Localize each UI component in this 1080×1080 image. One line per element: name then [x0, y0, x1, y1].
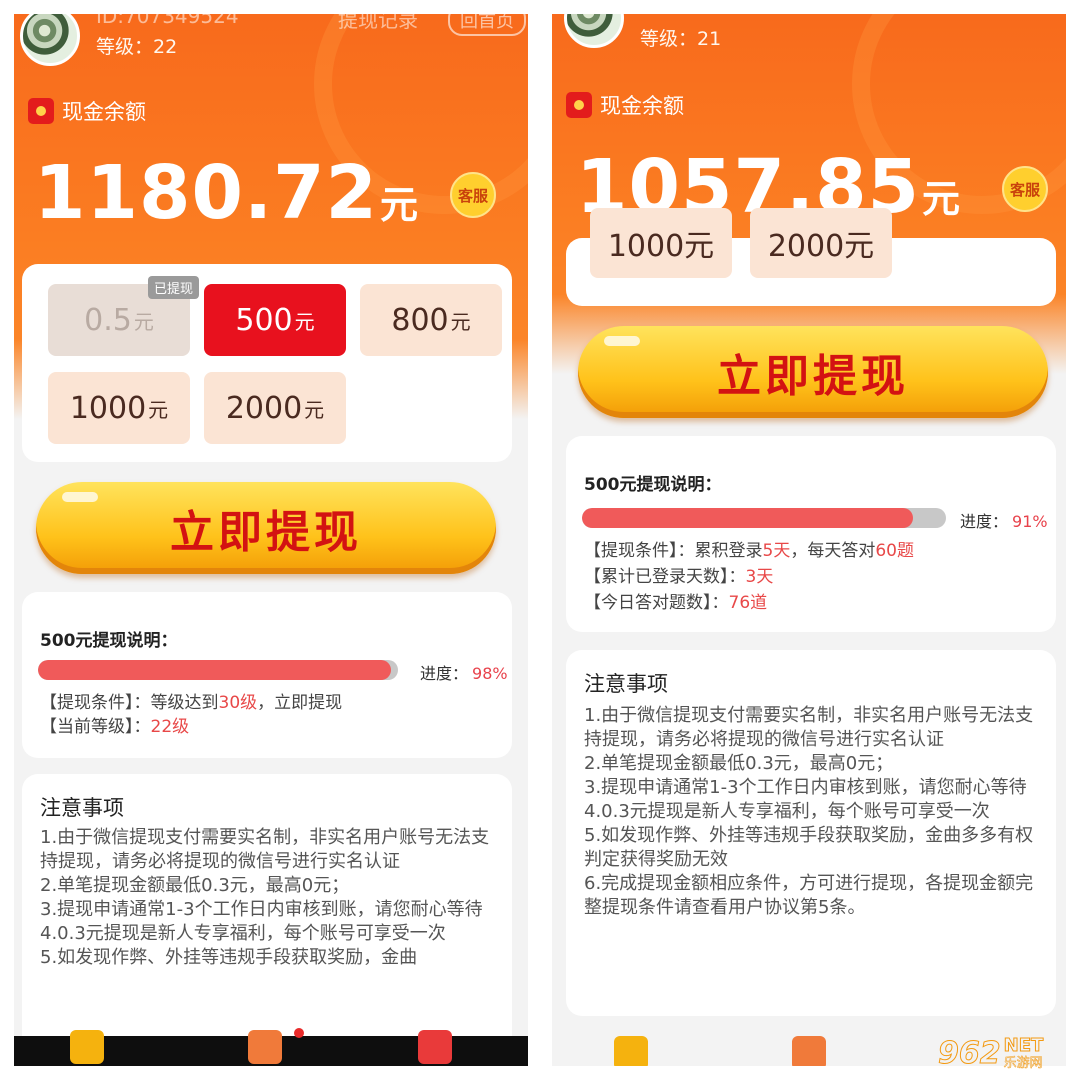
withdraw-now-button[interactable]: 立即提现	[578, 326, 1048, 418]
user-id: ID:707349524	[96, 14, 239, 28]
cash-balance-label: 现金余额	[62, 100, 146, 124]
withdraw-now-button[interactable]: 立即提现	[36, 482, 496, 574]
correct-answers-line: 【今日答对题数】：76道	[584, 593, 768, 613]
balance-header: 等级：21 现金余额 1057.85元 客服	[552, 14, 1066, 374]
amount-option-2000[interactable]: 2000元	[204, 372, 346, 444]
balance-value: 1180.72	[34, 150, 379, 236]
withdraw-description-card: 500元提现说明： 进度： 91% 【提现条件】：累积登录5天，每天答对60题 【…	[566, 436, 1056, 632]
red-envelope-icon	[566, 92, 592, 118]
login-days-line: 【累计已登录天数】：3天	[584, 567, 774, 587]
notes-list: 1.由于微信提现支付需要实名制，非实名用户账号无法支持提现，请务必将提现的微信号…	[584, 704, 1040, 920]
amount-selection-card: 1000元 2000元	[566, 208, 1056, 306]
note-item: 3.提现申请通常1-3个工作日内审核到账，请您耐心等待	[584, 777, 1027, 798]
cash-balance-row: 现金余额	[28, 96, 146, 126]
cash-balance-amount: 1180.72元	[34, 150, 418, 236]
balance-unit: 元	[380, 183, 419, 227]
note-item: 1.由于微信提现支付需要实名制，非实名用户账号无法支持提现，请务必将提现的微信号…	[40, 827, 490, 872]
note-item: 1.由于微信提现支付需要实名制，非实名用户账号无法支持提现，请务必将提现的微信号…	[584, 705, 1034, 750]
task-tab-icon[interactable]	[792, 1036, 826, 1066]
note-item: 4.0.3元提现是新人专享福利，每个账号可享受一次	[40, 923, 446, 944]
withdrawn-badge: 已提现	[148, 276, 200, 299]
notes-card: 注意事项 1.由于微信提现支付需要实名制，非实名用户账号无法支持提现，请务必将提…	[566, 650, 1056, 1016]
user-level: 等级：22	[96, 36, 178, 58]
progress-bar	[582, 508, 946, 528]
avatar[interactable]	[564, 14, 624, 48]
note-item: 6.完成提现金额相应条件，方可进行提现，各提现金额完整提现条件请查看用户协议第5…	[584, 873, 1034, 918]
amount-option-1000[interactable]: 1000元	[48, 372, 190, 444]
cash-balance-label: 现金余额	[600, 94, 684, 118]
notification-dot	[294, 1028, 304, 1038]
task-tab-icon[interactable]	[248, 1030, 282, 1064]
progress-fill	[582, 508, 914, 528]
amount-option-1000[interactable]: 1000元	[590, 208, 732, 278]
progress-bar	[38, 660, 398, 680]
progress-text: 进度： 91%	[960, 512, 1048, 531]
right-screenshot: 等级：21 现金余额 1057.85元 客服 1000元 2000元 立即提现 …	[552, 14, 1066, 1066]
red-packet-tab-icon[interactable]	[418, 1030, 452, 1064]
note-item: 4.0.3元提现是新人专享福利，每个账号可享受一次	[584, 801, 990, 822]
withdraw-description-card: 500元提现说明： 进度： 98% 【提现条件】：等级达到30级，立即提现 【当前…	[22, 592, 512, 758]
cash-balance-row: 现金余额	[566, 90, 684, 120]
condition-line: 【提现条件】：等级达到30级，立即提现	[40, 693, 343, 713]
amount-option-500[interactable]: 500 元	[204, 284, 346, 356]
progress-text: 进度： 98%	[420, 664, 508, 683]
note-item: 5.如发现作弊、外挂等违规手段获取奖励，金曲多多有权判定获得奖励无效	[584, 825, 1034, 870]
amount-option-2000[interactable]: 2000元	[750, 208, 892, 278]
left-screenshot: ID:707349524 等级：22 提现记录 回首页 现金余额 1180.72…	[14, 14, 528, 1066]
back-home-button[interactable]: 回首页	[448, 14, 526, 36]
notes-title: 注意事项	[40, 796, 124, 820]
user-level: 等级：21	[640, 28, 722, 50]
note-item: 2.单笔提现金额最低0.3元，最高0元；	[584, 753, 894, 774]
customer-service-button[interactable]: 客服	[450, 172, 496, 218]
description-title: 500元提现说明：	[40, 631, 178, 651]
condition-line: 【提现条件】：累积登录5天，每天答对60题	[584, 541, 914, 561]
description-title: 500元提现说明：	[584, 475, 722, 495]
notes-list: 1.由于微信提现支付需要实名制，非实名用户账号无法支持提现，请务必将提现的微信号…	[40, 826, 496, 970]
amount-option-800[interactable]: 800 元	[360, 284, 502, 356]
notes-card: 注意事项 1.由于微信提现支付需要实名制，非实名用户账号无法支持提现，请务必将提…	[22, 774, 512, 1066]
bottom-tab-bar	[14, 1028, 528, 1066]
notes-title: 注意事项	[584, 672, 668, 696]
current-level-line: 【当前等级】：22级	[40, 717, 190, 737]
progress-fill	[38, 660, 391, 680]
amount-selection-card: 0.5 元 已提现 500 元 800 元 1000 元 2000 元	[22, 264, 512, 462]
balance-unit: 元	[922, 177, 961, 221]
site-watermark-logo: 962 NET 乐游网	[938, 1034, 1044, 1071]
avatar[interactable]	[20, 14, 80, 66]
withdraw-record-link[interactable]: 提现记录	[338, 14, 418, 33]
red-envelope-icon	[28, 98, 54, 124]
note-item: 5.如发现作弊、外挂等违规手段获取奖励，金曲	[40, 947, 418, 968]
note-item: 2.单笔提现金额最低0.3元，最高0元；	[40, 875, 350, 896]
coin-tab-icon[interactable]	[70, 1030, 104, 1064]
customer-service-button[interactable]: 客服	[1002, 166, 1048, 212]
note-item: 3.提现申请通常1-3个工作日内审核到账，请您耐心等待	[40, 899, 483, 920]
coin-tab-icon[interactable]	[614, 1036, 648, 1066]
